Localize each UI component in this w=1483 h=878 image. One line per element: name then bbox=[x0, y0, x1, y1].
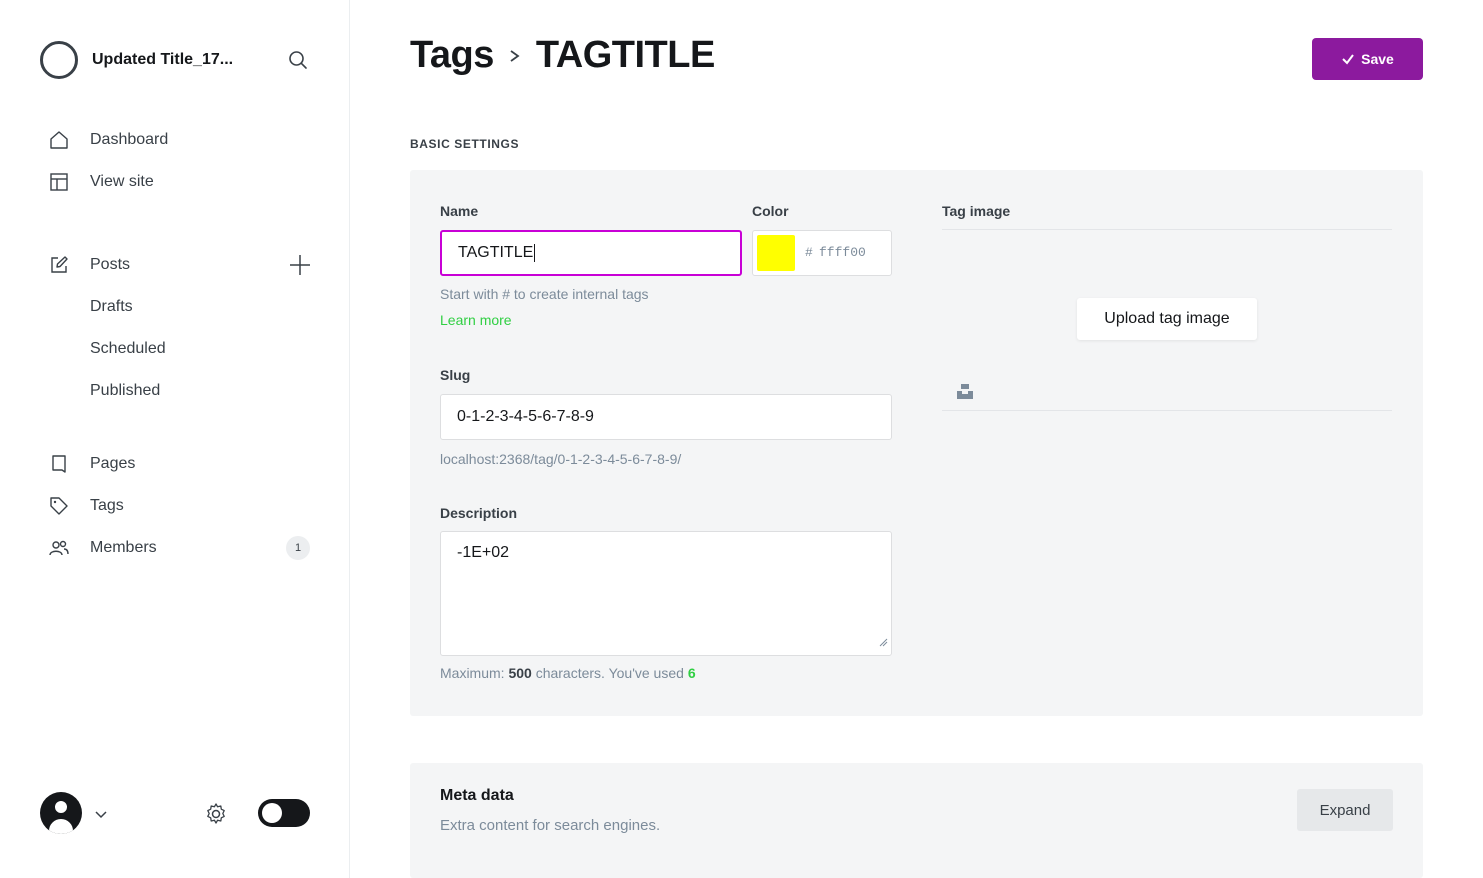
description-count-hint: Maximum: 500 characters. You've used 6 bbox=[440, 665, 696, 681]
tag-icon bbox=[48, 495, 70, 517]
color-hash: # bbox=[805, 245, 813, 260]
site-header: Updated Title_17... bbox=[40, 40, 320, 80]
meta-data-description: Extra content for search engines. bbox=[440, 817, 661, 834]
nav-item-posts[interactable]: Posts bbox=[40, 244, 320, 286]
site-logo[interactable] bbox=[40, 41, 78, 79]
section-title-basic-settings: BASIC SETTINGS bbox=[410, 137, 520, 151]
unsplash-icon[interactable] bbox=[956, 382, 974, 405]
count-prefix: Maximum: bbox=[440, 665, 509, 681]
description-label: Description bbox=[440, 505, 518, 521]
search-icon[interactable] bbox=[286, 48, 310, 72]
meta-data-panel: Meta data Extra content for search engin… bbox=[410, 763, 1423, 878]
edit-icon bbox=[48, 254, 70, 276]
description-value: -1E+02 bbox=[457, 544, 510, 561]
save-button-label: Save bbox=[1361, 51, 1394, 67]
nav-item-members[interactable]: Members 1 bbox=[40, 527, 320, 569]
basic-settings-panel: Name TAGTITLE Start with # to create int… bbox=[410, 170, 1423, 716]
tag-image-label: Tag image bbox=[942, 203, 1011, 219]
chevron-right-icon bbox=[508, 46, 522, 66]
name-label: Name bbox=[440, 203, 479, 219]
user-avatar[interactable] bbox=[40, 792, 82, 834]
avatar-head bbox=[53, 799, 69, 815]
text-cursor bbox=[534, 244, 536, 262]
nav-label-pages: Pages bbox=[90, 455, 136, 472]
nav-sub-published[interactable]: Published bbox=[40, 370, 320, 412]
name-input-value: TAGTITLE bbox=[458, 244, 534, 261]
nav-sub-scheduled[interactable]: Scheduled bbox=[40, 328, 320, 370]
color-swatch[interactable] bbox=[757, 235, 795, 271]
tag-image-uploader: Upload tag image bbox=[942, 229, 1392, 411]
main-content: Tags TAGTITLE Save BASIC SETTINGS Name T… bbox=[350, 0, 1483, 878]
gear-icon[interactable] bbox=[204, 802, 228, 831]
nav-label-tags: Tags bbox=[90, 497, 124, 514]
description-textarea[interactable]: -1E+02 bbox=[440, 531, 892, 656]
expand-button[interactable]: Expand bbox=[1297, 789, 1393, 831]
page-title: TAGTITLE bbox=[535, 34, 715, 76]
color-input[interactable]: # ffff00 bbox=[752, 230, 892, 276]
slug-input[interactable]: 0-1-2-3-4-5-6-7-8-9 bbox=[440, 394, 892, 440]
nav-label-posts: Posts bbox=[90, 256, 131, 273]
count-mid: characters. You've used bbox=[531, 665, 688, 681]
breadcrumb: Tags TAGTITLE bbox=[410, 34, 715, 77]
check-icon bbox=[1342, 54, 1354, 65]
home-icon bbox=[48, 129, 70, 151]
sidebar: Updated Title_17... Dashboard View site … bbox=[0, 0, 350, 878]
content-nav: Pages Tags Members 1 bbox=[40, 443, 320, 569]
save-button[interactable]: Save bbox=[1312, 38, 1423, 80]
nav-item-tags[interactable]: Tags bbox=[40, 485, 320, 527]
learn-more-link[interactable]: Learn more bbox=[440, 312, 512, 328]
slug-input-value: 0-1-2-3-4-5-6-7-8-9 bbox=[457, 408, 594, 425]
toggle-knob bbox=[262, 803, 282, 823]
meta-data-title: Meta data bbox=[440, 787, 514, 804]
slug-url-hint: localhost:2368/tag/0-1-2-3-4-5-6-7-8-9/ bbox=[440, 451, 682, 467]
site-title[interactable]: Updated Title_17... bbox=[92, 51, 262, 69]
name-input[interactable]: TAGTITLE bbox=[440, 230, 742, 276]
slug-label: Slug bbox=[440, 367, 471, 383]
members-count-badge: 1 bbox=[286, 536, 310, 560]
nav-item-view-site[interactable]: View site bbox=[40, 161, 320, 203]
nav-label-view-site: View site bbox=[90, 173, 154, 190]
nav-label-dashboard: Dashboard bbox=[90, 131, 169, 148]
page-icon bbox=[48, 453, 70, 475]
upload-tag-image-button[interactable]: Upload tag image bbox=[1077, 298, 1257, 340]
resize-handle-icon[interactable] bbox=[878, 634, 888, 652]
count-used: 6 bbox=[687, 665, 696, 681]
count-max: 500 bbox=[508, 665, 532, 681]
breadcrumb-tags-link[interactable]: Tags bbox=[410, 34, 494, 77]
nav-item-pages[interactable]: Pages bbox=[40, 443, 320, 485]
name-hint: Start with # to create internal tags bbox=[440, 286, 649, 302]
view-site-icon bbox=[48, 171, 70, 193]
sidebar-footer bbox=[40, 792, 320, 836]
avatar-body bbox=[47, 817, 75, 834]
nav-sub-drafts[interactable]: Drafts bbox=[40, 286, 320, 328]
nav-label-members: Members bbox=[90, 539, 157, 556]
chevron-down-icon[interactable] bbox=[94, 806, 108, 824]
new-post-plus-icon[interactable] bbox=[288, 253, 312, 277]
color-value[interactable]: ffff00 bbox=[819, 245, 866, 260]
members-icon bbox=[48, 537, 70, 559]
theme-toggle[interactable] bbox=[258, 799, 310, 827]
nav-item-dashboard[interactable]: Dashboard bbox=[40, 119, 320, 161]
color-label: Color bbox=[752, 203, 789, 219]
main-nav: Dashboard View site bbox=[40, 119, 320, 203]
posts-nav: Posts Drafts Scheduled Published bbox=[40, 244, 320, 412]
